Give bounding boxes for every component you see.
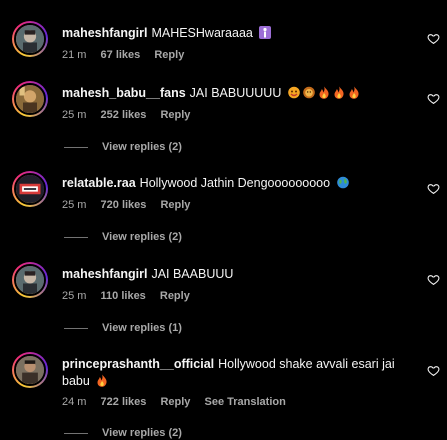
face-emoji-icon [288,86,300,99]
avatar[interactable] [14,264,46,296]
replies-divider [64,327,88,329]
see-translation-button[interactable]: See Translation [205,396,286,408]
fire-emoji-icon [349,86,359,99]
like-heart-icon[interactable] [427,273,440,286]
lion-emoji-icon [303,86,315,99]
comment-likes[interactable]: 720 likes [101,199,147,211]
previous-comment-stub [0,0,447,8]
like-heart-icon[interactable] [427,364,440,377]
comment-username[interactable]: mahesh_babu__fans [62,86,186,100]
story-ring[interactable] [12,262,48,298]
comment-text: maheshfangirl MAHESHwaraaaa [62,25,412,42]
comment-text: relatable.raa Hollywood Jathin Dengoooooo… [62,175,412,192]
comment-text: princeprashanth__official Hollywood shake… [62,356,397,390]
comment-time: 25 m [62,290,87,302]
comment-username[interactable]: princeprashanth__official [62,357,214,371]
comment-likes[interactable]: 110 likes [101,290,146,302]
comment-meta: 25 m 110 likes Reply [62,289,201,303]
comment-likes[interactable]: 67 likes [101,49,141,61]
reply-button[interactable]: Reply [154,49,184,61]
comment-meta: 25 m 252 likes Reply [62,108,201,122]
view-replies-button[interactable]: View replies (1) [64,321,182,335]
comment-meta: 24 m 722 likes Reply See Translation [62,395,297,409]
fire-emoji-icon [97,374,107,387]
avatar-image [16,175,44,203]
view-replies-label: View replies (2) [102,231,182,243]
story-ring[interactable] [12,21,48,57]
avatar-image [16,266,44,294]
story-ring[interactable] [12,81,48,117]
story-ring[interactable] [12,352,48,388]
replies-divider [64,146,88,148]
comment-body: Hollywood Jathin Dengooooooooo [139,176,331,190]
comment-likes[interactable]: 722 likes [101,396,147,408]
fire-emoji-icon [319,86,329,99]
fire-emoji-icon [334,86,344,99]
comment-username[interactable]: maheshfangirl [62,267,147,281]
like-heart-icon[interactable] [427,32,440,45]
comment-time: 25 m [62,199,87,211]
reply-button[interactable]: Reply [160,109,190,121]
like-heart-icon[interactable] [427,182,440,195]
comment-time: 21 m [62,49,87,61]
globe-emoji-icon [336,176,349,189]
comment-text: mahesh_babu__fans JAI BABUUUUU [62,85,412,102]
comment-meta: 25 m 720 likes Reply [62,198,201,212]
view-replies-button[interactable]: View replies (2) [64,426,182,440]
avatar-image [16,25,44,53]
comment-time: 24 m [62,396,87,408]
comment-body: JAI BAABUUU [151,267,234,281]
comment-username[interactable]: maheshfangirl [62,26,147,40]
avatar[interactable] [14,173,46,205]
comment-likes[interactable]: 252 likes [101,109,147,121]
view-replies-label: View replies (2) [102,427,182,439]
view-replies-button[interactable]: View replies (2) [64,140,182,154]
view-replies-button[interactable]: View replies (2) [64,230,182,244]
replies-divider [64,236,88,238]
avatar[interactable] [14,83,46,115]
comment-body: MAHESHwaraaaa [151,26,253,40]
comment-meta: 21 m 67 likes Reply [62,48,195,62]
reply-button[interactable]: Reply [160,290,190,302]
reply-button[interactable]: Reply [160,199,190,211]
avatar[interactable] [14,354,46,386]
person-emoji-icon [259,26,272,39]
comment-username[interactable]: relatable.raa [62,176,136,190]
comment-body: JAI BABUUUUU [189,86,282,100]
view-replies-label: View replies (1) [102,322,182,334]
reply-button[interactable]: Reply [160,396,190,408]
replies-divider [64,432,88,434]
comment-time: 25 m [62,109,87,121]
like-heart-icon[interactable] [427,92,440,105]
view-replies-label: View replies (2) [102,141,182,153]
avatar-image [16,356,44,384]
avatar-image [16,85,44,113]
comment-text: maheshfangirl JAI BAABUUU [62,266,412,283]
story-ring[interactable] [12,171,48,207]
avatar[interactable] [14,23,46,55]
